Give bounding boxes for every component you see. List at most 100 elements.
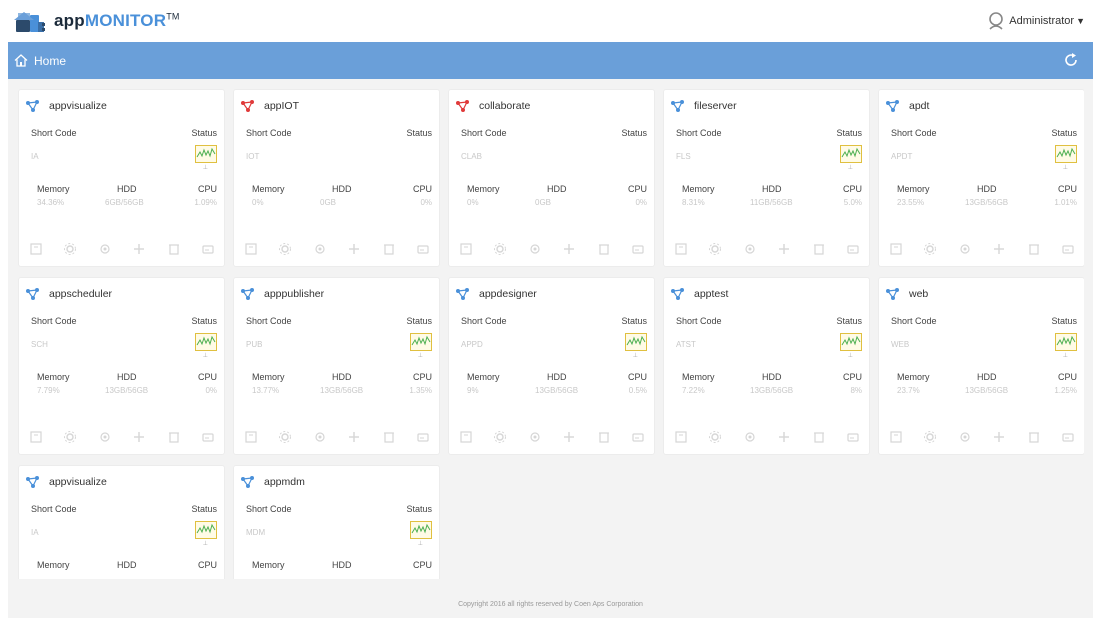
app-card-header[interactable]: apppublisher [240, 287, 324, 301]
restart-icon[interactable] [743, 430, 757, 444]
settings-icon[interactable] [63, 430, 77, 444]
app-logo[interactable]: appMONITORTM [12, 8, 180, 34]
add-icon[interactable] [777, 430, 791, 444]
app-card[interactable]: appvisualize Short Code Status IA ⊥ Memory HDD… [18, 89, 225, 267]
delete-icon[interactable] [597, 430, 611, 444]
settings-icon[interactable] [923, 430, 937, 444]
add-icon[interactable] [777, 242, 791, 256]
app-card-header[interactable]: appmdm [240, 475, 305, 489]
console-icon[interactable] [416, 430, 430, 444]
add-icon[interactable] [562, 242, 576, 256]
status-chart-icon[interactable] [625, 333, 647, 351]
app-card-header[interactable]: apdt [885, 99, 929, 113]
user-menu[interactable]: Administrator ▼ [987, 12, 1085, 30]
app-card[interactable]: apdt Short Code Status APDT ⊥ Memory HDD CPU 23.… [878, 89, 1084, 267]
settings-icon[interactable] [278, 430, 292, 444]
restart-icon[interactable] [528, 430, 542, 444]
app-card-header[interactable]: apptest [670, 287, 728, 301]
delete-icon[interactable] [812, 430, 826, 444]
console-icon[interactable] [846, 242, 860, 256]
delete-icon[interactable] [167, 430, 181, 444]
status-chart-icon[interactable] [410, 521, 432, 539]
app-card-header[interactable]: web [885, 287, 928, 301]
backup-icon[interactable] [889, 242, 903, 256]
add-icon[interactable] [992, 430, 1006, 444]
app-card[interactable]: appvisualize Short Code Status IA ⊥ Memory HDD… [18, 465, 225, 579]
app-card-header[interactable]: collaborate [455, 99, 530, 113]
status-chart-icon[interactable] [840, 145, 862, 163]
console-icon[interactable] [1061, 242, 1075, 256]
cpu-label: CPU [842, 184, 862, 194]
delete-icon[interactable] [1027, 430, 1041, 444]
delete-icon[interactable] [382, 242, 396, 256]
app-card[interactable]: appIOT Short Code Status IOT Memory HDD CPU 0% 0… [233, 89, 440, 267]
settings-icon[interactable] [708, 430, 722, 444]
console-icon[interactable] [1061, 430, 1075, 444]
restart-icon[interactable] [98, 242, 112, 256]
app-card-header[interactable]: appscheduler [25, 287, 112, 301]
status-chart-icon[interactable] [1055, 145, 1077, 163]
backup-icon[interactable] [674, 430, 688, 444]
status-chart-icon[interactable] [1055, 333, 1077, 351]
settings-icon[interactable] [63, 242, 77, 256]
delete-icon[interactable] [812, 242, 826, 256]
app-card-header[interactable]: appdesigner [455, 287, 537, 301]
status-chart-icon[interactable] [840, 333, 862, 351]
restart-icon[interactable] [958, 430, 972, 444]
status-chart-icon[interactable] [410, 333, 432, 351]
settings-icon[interactable] [278, 242, 292, 256]
settings-icon[interactable] [493, 242, 507, 256]
add-icon[interactable] [132, 242, 146, 256]
app-card-header[interactable]: fileserver [670, 99, 737, 113]
app-card[interactable]: appscheduler Short Code Status SCH ⊥ Memory HD… [18, 277, 225, 455]
restart-icon[interactable] [743, 242, 757, 256]
add-icon[interactable] [347, 430, 361, 444]
app-card-header[interactable]: appvisualize [25, 475, 107, 489]
cpu-label: CPU [412, 560, 432, 570]
app-card[interactable]: web Short Code Status WEB ⊥ Memory HDD CPU 23.7%… [878, 277, 1084, 455]
backup-icon[interactable] [459, 242, 473, 256]
backup-icon[interactable] [29, 430, 43, 444]
backup-icon[interactable] [674, 242, 688, 256]
console-icon[interactable] [631, 242, 645, 256]
delete-icon[interactable] [167, 242, 181, 256]
settings-icon[interactable] [708, 242, 722, 256]
delete-icon[interactable] [382, 430, 396, 444]
breadcrumb-home[interactable]: Home [14, 54, 66, 68]
backup-icon[interactable] [244, 242, 258, 256]
status-chart-icon[interactable] [195, 333, 217, 351]
app-card[interactable]: collaborate Short Code Status CLAB Memory HDD… [448, 89, 655, 267]
restart-icon[interactable] [98, 430, 112, 444]
app-card-header[interactable]: appvisualize [25, 99, 107, 113]
add-icon[interactable] [992, 242, 1006, 256]
app-card[interactable]: appmdm Short Code Status MDM ⊥ Memory HDD CPU [233, 465, 440, 579]
delete-icon[interactable] [1027, 242, 1041, 256]
console-icon[interactable] [846, 430, 860, 444]
console-icon[interactable] [201, 430, 215, 444]
backup-icon[interactable] [889, 430, 903, 444]
console-icon[interactable] [631, 430, 645, 444]
app-card[interactable]: fileserver Short Code Status FLS ⊥ Memory HDD C… [663, 89, 870, 267]
backup-icon[interactable] [459, 430, 473, 444]
restart-icon[interactable] [313, 242, 327, 256]
status-chart-icon[interactable] [195, 521, 217, 539]
restart-icon[interactable] [313, 430, 327, 444]
restart-icon[interactable] [528, 242, 542, 256]
refresh-icon[interactable] [1063, 52, 1079, 68]
restart-icon[interactable] [958, 242, 972, 256]
settings-icon[interactable] [923, 242, 937, 256]
app-card-header[interactable]: appIOT [240, 99, 299, 113]
add-icon[interactable] [132, 430, 146, 444]
console-icon[interactable] [416, 242, 430, 256]
add-icon[interactable] [347, 242, 361, 256]
backup-icon[interactable] [29, 242, 43, 256]
delete-icon[interactable] [597, 242, 611, 256]
status-chart-icon[interactable] [195, 145, 217, 163]
app-card[interactable]: apppublisher Short Code Status PUB ⊥ Memory HD… [233, 277, 440, 455]
app-card[interactable]: apptest Short Code Status ATST ⊥ Memory HDD CPU… [663, 277, 870, 455]
add-icon[interactable] [562, 430, 576, 444]
console-icon[interactable] [201, 242, 215, 256]
settings-icon[interactable] [493, 430, 507, 444]
app-card[interactable]: appdesigner Short Code Status APPD ⊥ Memory HD… [448, 277, 655, 455]
backup-icon[interactable] [244, 430, 258, 444]
